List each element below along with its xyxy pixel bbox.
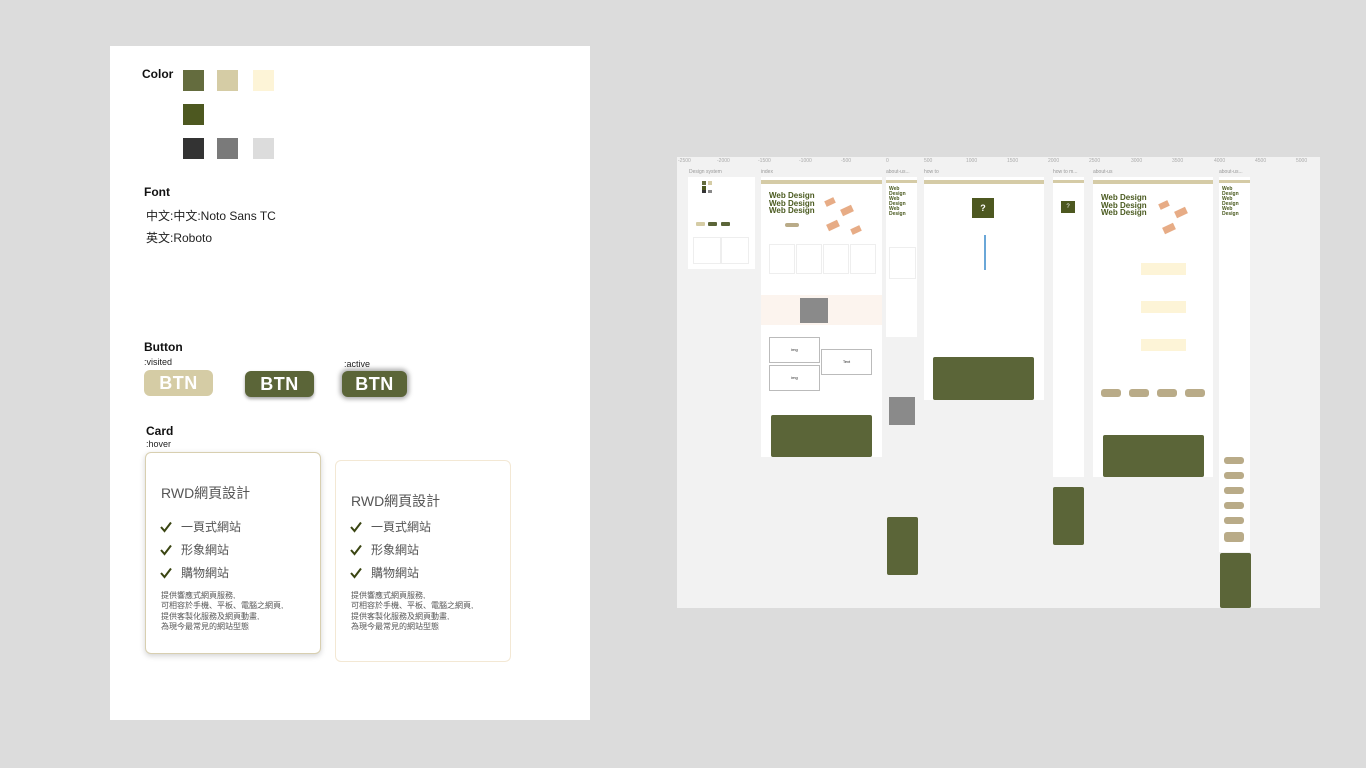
frame-label-design-system[interactable]: Design system <box>689 169 722 175</box>
card-description: 提供響應式網頁服務, 可相容於手機、平板、電腦之網頁, 提供客製化服務及網頁動畫… <box>351 591 474 632</box>
frame-label-how-to[interactable]: how to <box>924 169 939 175</box>
footer-block <box>1220 553 1251 608</box>
color-section-title: Color <box>142 67 174 81</box>
color-swatch-gray <box>217 138 238 159</box>
card-section-title: Card <box>146 424 174 438</box>
hover-state-label: :hover <box>146 439 172 449</box>
check-icon <box>350 544 362 556</box>
frame-about-us[interactable]: Web Design Web Design Web Design <box>1093 177 1213 477</box>
card-feature-list: 一頁式網站 形象網站 購物網站 <box>160 515 241 584</box>
list-item: 購物網站 <box>350 561 431 584</box>
frame-how-to[interactable]: ? <box>924 177 1044 400</box>
font-chinese-line: 中文:中文:Noto Sans TC <box>146 209 276 223</box>
check-icon <box>350 521 362 533</box>
service-card-hover[interactable]: RWD網頁設計 一頁式網站 形象網站 購物網站 提供響應式網頁服務, 可相容於手… <box>145 452 321 654</box>
color-swatch-tan <box>217 70 238 91</box>
canvas-ruler: -2500 -2000 -1500 -1000 -500 0 500 1000 … <box>678 158 1308 164</box>
card-description: 提供響應式網頁服務, 可相容於手機、平板、電腦之網頁, 提供客製化服務及網頁動畫… <box>161 591 284 632</box>
check-icon <box>160 521 172 533</box>
img-placeholder <box>889 397 915 425</box>
list-item: 一頁式網站 <box>350 515 431 538</box>
question-icon: ? <box>972 198 994 218</box>
check-icon <box>160 544 172 556</box>
check-icon <box>160 567 172 579</box>
frame-label-how-to-mobile[interactable]: how to m... <box>1053 169 1077 175</box>
frame-about-us-mobile[interactable]: Web Design Web Design Web Design <box>886 177 917 337</box>
frame-design-system[interactable] <box>688 177 755 269</box>
font-section-title: Font <box>144 185 170 199</box>
button-section-title: Button <box>144 340 183 354</box>
font-english-line: 英文:Roboto <box>146 231 213 245</box>
card-feature-list: 一頁式網站 形象網站 購物網站 <box>350 515 431 584</box>
frame-how-to-mobile[interactable]: ? <box>1053 177 1084 477</box>
design-system-panel: Color Font 中文:中文:Noto Sans TC 英文:Roboto … <box>110 46 590 720</box>
frame-about-us-mobile-2[interactable]: Web Design Web Design Web Design <box>1219 177 1250 552</box>
color-swatch-light-gray <box>253 138 274 159</box>
footer-block <box>887 517 918 575</box>
card-heading: RWD網頁設計 <box>161 485 251 501</box>
service-card[interactable]: RWD網頁設計 一頁式網站 形象網站 購物網站 提供響應式網頁服務, 可相容於手… <box>335 460 511 662</box>
color-swatch-cream <box>253 70 274 91</box>
btn-visited[interactable]: BTN <box>144 370 213 396</box>
frame-label-about-us-2[interactable]: about-us... <box>1219 169 1243 175</box>
frame-index[interactable]: Web Design Web Design Web Design img img T… <box>761 177 882 457</box>
footer-block <box>1053 487 1084 545</box>
list-item: 一頁式網站 <box>160 515 241 538</box>
list-item: 形象網站 <box>350 538 431 561</box>
frame-label-about-us-mobile[interactable]: about-us... <box>886 169 910 175</box>
color-swatch-dark-olive <box>183 104 204 125</box>
list-item: 購物網站 <box>160 561 241 584</box>
btn-active[interactable]: BTN <box>342 371 407 397</box>
btn-normal[interactable]: BTN <box>245 371 314 397</box>
check-icon <box>350 567 362 579</box>
frame-label-about-us[interactable]: about-us <box>1093 169 1112 175</box>
active-state-label: :active <box>344 359 371 369</box>
color-swatch-olive <box>183 70 204 91</box>
visited-state-label: :visited <box>144 357 173 367</box>
color-swatch-charcoal <box>183 138 204 159</box>
card-heading: RWD網頁設計 <box>351 493 441 509</box>
list-item: 形象網站 <box>160 538 241 561</box>
hero-title: Web Design Web Design Web Design <box>769 191 815 215</box>
frames-overview-canvas[interactable]: -2500 -2000 -1500 -1000 -500 0 500 1000 … <box>677 157 1320 608</box>
frame-label-index[interactable]: index <box>761 169 773 175</box>
